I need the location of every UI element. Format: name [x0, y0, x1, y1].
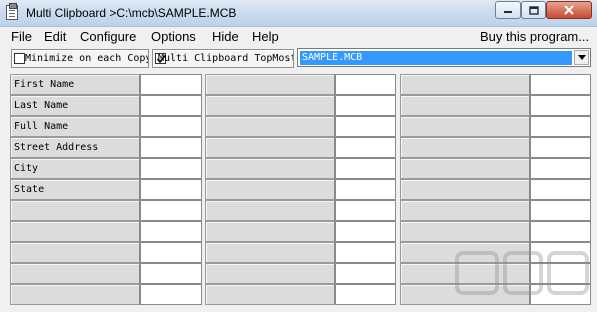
grid-value-field-r4-c3[interactable]: [530, 137, 591, 158]
watermark-logo: [455, 251, 589, 295]
grid-value-field-r7-c1[interactable]: [140, 200, 202, 221]
grid-label-r8-c3[interactable]: [400, 221, 530, 242]
maximize-icon: [528, 5, 539, 15]
grid-label-r2-c3[interactable]: [400, 95, 530, 116]
clipboard-icon: [6, 3, 18, 20]
file-select-value: SAMPLE.MCB: [300, 51, 572, 65]
grid-label-r3-c3[interactable]: [400, 116, 530, 137]
grid-value-field-r4-c2[interactable]: [335, 137, 396, 158]
grid-label-r5-c2[interactable]: [205, 158, 335, 179]
grid-label-r9-c1[interactable]: [10, 242, 140, 263]
grid-label-r11-c2[interactable]: [205, 284, 335, 305]
grid-value-field-r7-c2[interactable]: [335, 200, 396, 221]
grid-label-r6-c2[interactable]: [205, 179, 335, 200]
grid-value-field-r3-c3[interactable]: [530, 116, 591, 137]
grid-label-r3-c1[interactable]: Full Name: [10, 116, 140, 137]
grid-label-r6-c1[interactable]: State: [10, 179, 140, 200]
menu-help[interactable]: Help: [252, 29, 279, 44]
minimize-icon: [504, 11, 512, 13]
grid-value-field-r1-c1[interactable]: [140, 74, 202, 95]
grid-value-field-r2-c3[interactable]: [530, 95, 591, 116]
menu-configure[interactable]: Configure: [80, 29, 136, 44]
grid-value-field-r1-c2[interactable]: [335, 74, 396, 95]
grid-label-r8-c1[interactable]: [10, 221, 140, 242]
minimize-on-copy-checkbox[interactable]: Minimize on each Copy: [11, 49, 149, 68]
grid-label-r9-c2[interactable]: [205, 242, 335, 263]
menu-edit[interactable]: Edit: [44, 29, 66, 44]
grid-value-field-r1-c3[interactable]: [530, 74, 591, 95]
close-button[interactable]: [546, 1, 592, 19]
grid-value-field-r2-c1[interactable]: [140, 95, 202, 116]
grid-label-r4-c3[interactable]: [400, 137, 530, 158]
grid-label-r7-c3[interactable]: [400, 200, 530, 221]
dropdown-button[interactable]: [574, 50, 589, 65]
grid-value-field-r6-c1[interactable]: [140, 179, 202, 200]
grid-label-r4-c1[interactable]: Street Address: [10, 137, 140, 158]
grid-value-field-r4-c1[interactable]: [140, 137, 202, 158]
grid-value-field-r8-c3[interactable]: [530, 221, 591, 242]
menu-hide[interactable]: Hide: [212, 29, 239, 44]
grid-label-r2-c1[interactable]: Last Name: [10, 95, 140, 116]
grid-value-field-r9-c2[interactable]: [335, 242, 396, 263]
grid-value-field-r10-c1[interactable]: [140, 263, 202, 284]
topmost-checkbox[interactable]: Multi Clipboard TopMost: [152, 49, 294, 68]
grid-label-r4-c2[interactable]: [205, 137, 335, 158]
grid-value-field-r10-c2[interactable]: [335, 263, 396, 284]
maximize-button[interactable]: [521, 1, 546, 19]
grid-label-r7-c2[interactable]: [205, 200, 335, 221]
menu-options[interactable]: Options: [151, 29, 196, 44]
grid-label-r2-c2[interactable]: [205, 95, 335, 116]
grid-label-r1-c3[interactable]: [400, 74, 530, 95]
grid-value-field-r3-c1[interactable]: [140, 116, 202, 137]
window-title: Multi Clipboard >C:\mcb\SAMPLE.MCB: [26, 6, 237, 20]
grid-label-r11-c1[interactable]: [10, 284, 140, 305]
minimize-on-copy-checkbox-box[interactable]: [14, 53, 25, 64]
minimize-on-copy-label: Minimize on each Copy: [25, 53, 149, 64]
grid-value-field-r5-c2[interactable]: [335, 158, 396, 179]
grid-label-r8-c2[interactable]: [205, 221, 335, 242]
grid-value-field-r6-c3[interactable]: [530, 179, 591, 200]
close-icon: [564, 5, 574, 15]
grid-value-field-r5-c1[interactable]: [140, 158, 202, 179]
topmost-label: Multi Clipboard TopMost: [158, 53, 294, 64]
grid-value-field-r3-c2[interactable]: [335, 116, 396, 137]
menu-file[interactable]: File: [11, 29, 32, 44]
grid-label-r10-c2[interactable]: [205, 263, 335, 284]
grid-label-r3-c2[interactable]: [205, 116, 335, 137]
grid-label-r1-c2[interactable]: [205, 74, 335, 95]
grid-label-r6-c3[interactable]: [400, 179, 530, 200]
grid-label-r5-c1[interactable]: City: [10, 158, 140, 179]
grid-value-field-r2-c2[interactable]: [335, 95, 396, 116]
grid-label-r5-c3[interactable]: [400, 158, 530, 179]
chevron-down-icon: [577, 55, 586, 60]
menu-buy-program[interactable]: Buy this program...: [480, 29, 589, 44]
grid-label-r10-c1[interactable]: [10, 263, 140, 284]
grid-value-field-r6-c2[interactable]: [335, 179, 396, 200]
grid-value-field-r5-c3[interactable]: [530, 158, 591, 179]
grid-value-field-r8-c2[interactable]: [335, 221, 396, 242]
title-bar[interactable]: Multi Clipboard >C:\mcb\SAMPLE.MCB: [0, 0, 597, 27]
grid-label-r7-c1[interactable]: [10, 200, 140, 221]
grid-value-field-r11-c2[interactable]: [335, 284, 396, 305]
grid-value-field-r7-c3[interactable]: [530, 200, 591, 221]
minimize-button[interactable]: [495, 1, 521, 19]
menu-bar: File Edit Configure Options Hide Help Bu…: [0, 27, 597, 47]
grid-value-field-r11-c1[interactable]: [140, 284, 202, 305]
grid-label-r1-c1[interactable]: First Name: [10, 74, 140, 95]
file-select-combo[interactable]: SAMPLE.MCB: [297, 48, 591, 67]
grid-value-field-r9-c1[interactable]: [140, 242, 202, 263]
grid-value-field-r8-c1[interactable]: [140, 221, 202, 242]
